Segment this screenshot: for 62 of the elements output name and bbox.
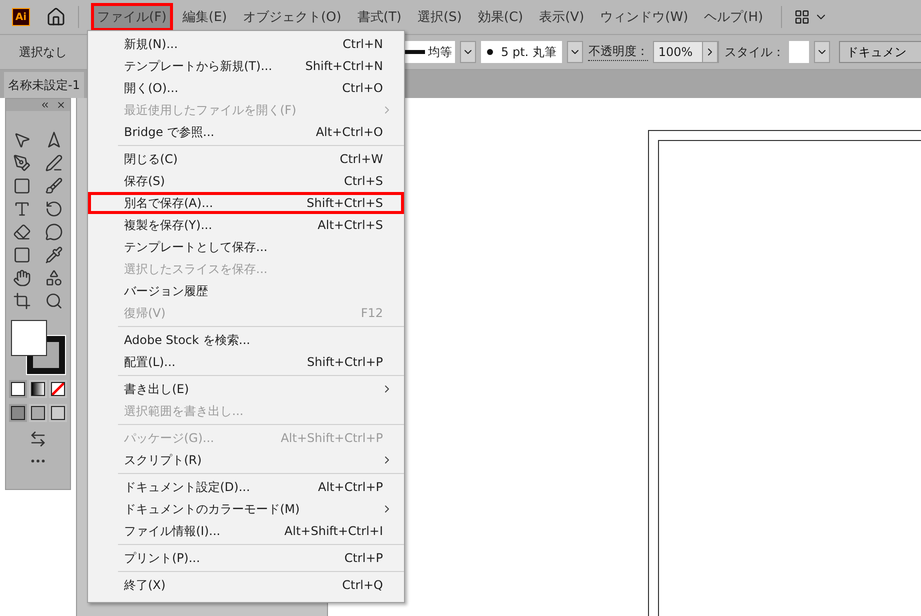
menu-item[interactable]: オブジェクト(O) — [236, 3, 348, 31]
menu-item[interactable]: 開く(O)... Ctrl+O — [88, 77, 404, 99]
style-label: スタイル： — [724, 44, 784, 60]
menu-item[interactable]: ドキュメントのカラーモード(M) — [88, 498, 404, 520]
menu-item[interactable]: プリント(P)... Ctrl+P — [88, 547, 404, 569]
menu-item[interactable]: バージョン履歴 — [88, 280, 404, 302]
close-icon[interactable] — [56, 100, 66, 110]
brush-icon[interactable] — [45, 177, 63, 195]
menu-item[interactable]: 表示(V) — [533, 3, 590, 31]
document-tab[interactable]: 名称未設定-1 — [4, 72, 84, 98]
menu-item[interactable]: 書式(T) — [351, 3, 408, 31]
eyedropper-icon[interactable] — [45, 246, 63, 264]
draw-behind-button[interactable] — [29, 404, 47, 422]
opacity-field[interactable]: 100% — [653, 41, 720, 63]
menu-item[interactable]: 書き出し(E) — [88, 378, 404, 400]
menu-item[interactable]: 編集(E) — [176, 3, 233, 31]
app-logo: Ai — [12, 8, 30, 26]
dropdown-button[interactable] — [567, 41, 584, 63]
menu-item[interactable]: 効果(C) — [472, 3, 530, 31]
draw-normal-button[interactable] — [9, 404, 27, 422]
pen-icon[interactable] — [13, 154, 31, 172]
dropdown-button[interactable] — [460, 41, 476, 63]
menu-item[interactable]: 複製を保存(Y)... Alt+Ctrl+S — [88, 214, 404, 236]
home-icon[interactable] — [46, 7, 66, 27]
menu-item[interactable]: Bridge で参照... Alt+Ctrl+O — [88, 121, 404, 143]
workspace-icon[interactable] — [794, 9, 810, 25]
stepper-button[interactable] — [702, 41, 718, 63]
menu-item[interactable]: 別名で保存(A)... Shift+Ctrl+S — [88, 192, 404, 214]
menu-item[interactable]: 閉じる(C) Ctrl+W — [88, 148, 404, 170]
menu-item[interactable]: 選択(S) — [411, 3, 468, 31]
menu-item[interactable]: ドキュメント設定(D)... Alt+Ctrl+P — [88, 476, 404, 498]
zoom-icon[interactable] — [45, 292, 63, 310]
rotate-icon[interactable] — [45, 200, 63, 218]
menu-item[interactable]: ウィンドウ(W) — [594, 3, 694, 31]
menu-item[interactable]: Adobe Stock を検索... — [88, 329, 404, 351]
none-mode-button[interactable] — [49, 380, 67, 398]
opacity-label[interactable]: 不透明度： — [588, 43, 648, 61]
collapse-icon[interactable] — [40, 100, 50, 110]
color-mode-button[interactable] — [9, 380, 27, 398]
menu-item[interactable]: スクリプト(R) — [88, 449, 404, 471]
menu-item[interactable]: テンプレートとして保存... — [88, 236, 404, 258]
menu-item[interactable]: 保存(S) Ctrl+S — [88, 170, 404, 192]
hollow-pointer-icon[interactable] — [45, 131, 63, 149]
style-swatch[interactable] — [789, 41, 810, 63]
brush-field[interactable]: 5 pt. 丸筆 — [481, 41, 562, 63]
menu-item[interactable]: 終了(X) Ctrl+Q — [88, 574, 404, 596]
selection-label: 選択なし — [19, 44, 67, 60]
menu-item[interactable]: 配置(L)... Shift+Ctrl+P — [88, 351, 404, 373]
document-button[interactable]: ドキュメン — [839, 41, 921, 63]
eraser-icon[interactable] — [13, 223, 31, 241]
menu-item[interactable]: ファイル情報(I)... Alt+Shift+Ctrl+I — [88, 520, 404, 542]
arrow-pointer-icon[interactable] — [13, 131, 31, 149]
screen-mode-icon[interactable] — [29, 430, 47, 448]
dropdown-button[interactable] — [814, 41, 830, 63]
menu-item[interactable]: ヘルプ(H) — [698, 3, 770, 31]
fill-stroke-swatches[interactable] — [11, 320, 65, 374]
rectangle-icon[interactable] — [13, 177, 31, 195]
menu-item[interactable]: ファイル(F) — [91, 3, 173, 31]
gradient-mode-button[interactable] — [29, 380, 47, 398]
dot-icon — [487, 49, 493, 55]
draw-inside-button[interactable] — [49, 404, 67, 422]
text-tool-icon[interactable] — [13, 200, 31, 218]
